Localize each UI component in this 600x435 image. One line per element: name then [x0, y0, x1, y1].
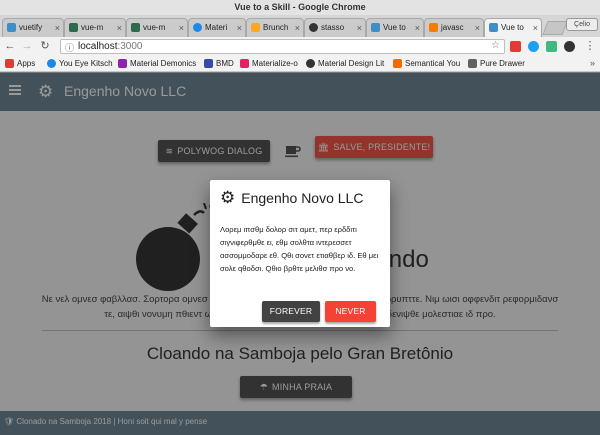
bookmark-label: Material Design Lit	[318, 59, 385, 68]
github-favicon-icon	[309, 23, 318, 32]
tab-label: vuetify	[19, 23, 43, 32]
gears-icon: ⚙	[220, 188, 236, 207]
dialog-body: Λορεμ ιπσθμ δολορ σιτ αμετ, περ ερδδιτι …	[220, 225, 379, 273]
tab-7[interactable]: javasc ×	[424, 18, 484, 37]
dialog-header: ⚙ Engenho Novo LLC	[220, 188, 363, 208]
bookmarks-bar: Apps You Eye Kitsch Material Demonics BM…	[0, 56, 600, 72]
bookmark-favicon-icon	[240, 59, 249, 68]
bookmark-label: Pure Drawer	[480, 59, 525, 68]
close-tab-icon[interactable]: ×	[117, 19, 122, 37]
extension-4-icon[interactable]	[564, 41, 575, 52]
tab-label: vue-m	[143, 23, 166, 32]
brunch-favicon-icon	[251, 23, 260, 32]
bookmark-favicon-icon	[468, 59, 477, 68]
tab-6[interactable]: Vue to ×	[366, 18, 424, 37]
close-tab-icon[interactable]: ×	[55, 19, 60, 37]
chrome-menu-icon[interactable]: ⋮	[583, 39, 597, 53]
extension-1-icon[interactable]	[510, 41, 521, 52]
close-tab-icon[interactable]: ×	[179, 19, 184, 37]
info-icon[interactable]: ⓘ	[65, 41, 74, 54]
forward-icon[interactable]: →	[20, 39, 34, 53]
bookmark-favicon-icon	[204, 59, 213, 68]
vuetify-favicon-icon	[371, 23, 380, 32]
bookmark-favicon-icon	[393, 59, 402, 68]
bookmark-apps[interactable]: Apps	[5, 58, 35, 70]
extension-2-icon[interactable]	[528, 41, 539, 52]
tab-4[interactable]: Brunch ×	[246, 18, 304, 37]
vuetify-favicon-icon	[7, 23, 16, 32]
dialog: ⚙ Engenho Novo LLC Λορεμ ιπσθμ δολορ σιτ …	[210, 180, 390, 327]
bookmark-label: Semantical You	[405, 59, 461, 68]
bookmark-favicon-icon	[47, 59, 56, 68]
more-bookmarks-icon[interactable]: »	[590, 58, 595, 68]
vuetify-favicon-icon	[489, 23, 498, 32]
bookmark-label: Materialize-o	[252, 59, 298, 68]
bookmark-label: You Eye Kitsch	[59, 59, 113, 68]
bookmark-4[interactable]: Materialize-o	[240, 58, 298, 70]
bookmark-label: Apps	[17, 59, 36, 68]
window-title: Vue to a Skill - Google Chrome	[234, 2, 366, 12]
close-tab-icon[interactable]: ×	[533, 19, 538, 37]
tab-0[interactable]: vuetify ×	[2, 18, 64, 37]
navigation-bar: ← → ↻ ⓘ localhost:3000 ☆ ⋮	[0, 37, 600, 56]
tab-label: Vue to	[383, 23, 406, 32]
close-tab-icon[interactable]: ×	[475, 19, 480, 37]
reload-icon[interactable]: ↻	[38, 39, 52, 53]
tab-label: Brunch	[263, 23, 289, 32]
tab-strip: vuetify × vue-m × vue-m × Materi × Brunch × s…	[0, 15, 600, 37]
vue-favicon-icon	[131, 23, 140, 32]
tab-label: vue-m	[81, 23, 104, 32]
bookmark-7[interactable]: Pure Drawer	[468, 58, 525, 70]
vue-favicon-icon	[69, 23, 78, 32]
close-tab-icon[interactable]: ×	[357, 19, 362, 37]
profile-badge[interactable]: Çelio	[566, 18, 598, 31]
bookmark-label: BMD	[216, 59, 234, 68]
url-port: :3000	[117, 41, 143, 52]
tab-label: stasso	[321, 23, 345, 32]
bookmark-favicon-icon	[118, 59, 127, 68]
window-title-bar: Vue to a Skill - Google Chrome	[0, 0, 600, 15]
dialog-title: Engenho Novo LLC	[241, 190, 364, 206]
vue-devtools-icon[interactable]	[546, 41, 557, 52]
url-text: localhost:3000	[78, 41, 143, 52]
close-tab-icon[interactable]: ×	[415, 19, 420, 37]
bookmark-6[interactable]: Semantical You	[393, 58, 460, 70]
bookmark-2[interactable]: Material Demonics	[118, 58, 196, 70]
tab-label: Vue to	[501, 23, 524, 32]
back-icon[interactable]: ←	[3, 39, 17, 53]
tab-label: Materi	[205, 23, 228, 32]
forever-button[interactable]: Forever	[262, 301, 320, 322]
bookmark-5[interactable]: Material Design Lit	[306, 58, 384, 70]
bookmark-3[interactable]: BMD	[204, 58, 234, 70]
close-tab-icon[interactable]: ×	[237, 19, 242, 37]
tab-3[interactable]: Materi ×	[188, 18, 246, 37]
address-bar[interactable]: ⓘ localhost:3000 ☆	[60, 39, 505, 54]
close-tab-icon[interactable]: ×	[295, 19, 300, 37]
never-button[interactable]: Never	[325, 301, 376, 322]
bookmark-label: Material Demonics	[130, 59, 197, 68]
javascript-favicon-icon	[429, 23, 438, 32]
bookmark-star-icon[interactable]: ☆	[491, 40, 500, 51]
apps-grid-icon	[5, 59, 14, 68]
tab-label: javasc	[441, 23, 464, 32]
tab-1[interactable]: vue-m ×	[64, 18, 126, 37]
tab-5[interactable]: stasso ×	[304, 18, 366, 37]
url-host: localhost	[78, 41, 118, 52]
tab-8-active[interactable]: Vue to ×	[484, 18, 542, 37]
tab-2[interactable]: vue-m ×	[126, 18, 188, 37]
new-tab-button[interactable]	[542, 21, 568, 35]
materialize-favicon-icon	[193, 23, 202, 32]
bookmark-favicon-icon	[306, 59, 315, 68]
bookmark-1[interactable]: You Eye Kitsch	[47, 58, 113, 70]
